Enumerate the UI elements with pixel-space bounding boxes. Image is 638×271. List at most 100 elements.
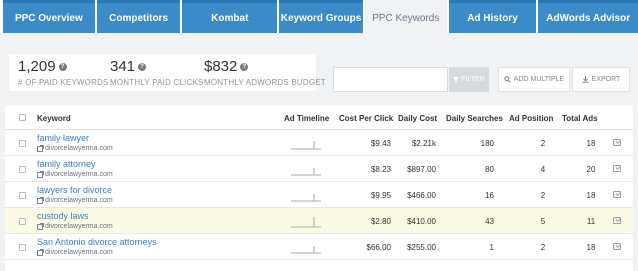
domain-text: divorcelawyerma.com — [45, 145, 113, 152]
tab-adwords-advisor[interactable]: AdWords Advisor — [538, 0, 638, 33]
cell-daily-cost: $255.00 — [407, 243, 436, 252]
cell-cost-per-click: $2.80 — [370, 217, 391, 226]
stat-value: 341 — [110, 58, 136, 75]
ad-timeline-sparkline[interactable] — [290, 137, 322, 150]
external-link-icon — [37, 222, 44, 230]
stat-paid-keywords: 1,209? # OF PAID KEYWORDS — [9, 54, 109, 91]
external-link-icon — [37, 144, 44, 152]
stat-label: MONTHLY PAID CLICKS — [110, 78, 204, 87]
tab-keyword-groups[interactable]: Keyword Groups — [279, 0, 363, 33]
table-row[interactable]: custody laws divorcelawyerma.com $2.80 $410… — [5, 208, 633, 234]
domain-link[interactable]: divorcelawyerma.com — [37, 170, 113, 178]
cell-daily-cost: $2.21k — [411, 139, 436, 148]
row-checkbox[interactable] — [19, 140, 26, 147]
table-row[interactable]: San Antonio divorce attorneys divorcelawy… — [5, 234, 633, 260]
cell-daily-searches: 43 — [485, 217, 494, 226]
tab-kombat[interactable]: Kombat — [182, 0, 278, 33]
domain-link[interactable]: divorcelawyerma.com — [37, 248, 113, 256]
external-link-icon — [37, 170, 44, 178]
ad-timeline-sparkline[interactable] — [290, 241, 322, 254]
ad-timeline-sparkline[interactable] — [290, 163, 322, 176]
cell-ad-position: 2 — [540, 139, 546, 148]
cell-ad-position: 5 — [540, 217, 546, 226]
domain-text: divorcelawyerma.com — [45, 249, 113, 256]
header-total-ads[interactable]: Total Ads — [562, 114, 598, 123]
stat-label: MONTHLY ADWORDS BUDGET — [204, 78, 326, 87]
header-ad-timeline[interactable]: Ad Timeline — [284, 114, 329, 123]
row-checkbox[interactable] — [19, 166, 26, 173]
cell-total-ads: 11 — [586, 217, 596, 226]
cell-cost-per-click: $8.23 — [370, 165, 391, 174]
stats-panel: 1,209? # OF PAID KEYWORDS 341? MONTHLY P… — [9, 54, 326, 91]
header-daily-searches[interactable]: Daily Searches — [446, 114, 503, 123]
help-icon[interactable]: ? — [58, 62, 67, 71]
cell-daily-cost: $466.00 — [407, 191, 436, 200]
ad-timeline-sparkline[interactable] — [290, 189, 322, 202]
external-link-icon — [37, 196, 44, 204]
expand-row-icon[interactable] — [613, 217, 621, 224]
cell-daily-searches: 80 — [485, 165, 494, 174]
tab-ppc-overview[interactable]: PPC Overview — [3, 0, 95, 33]
cell-cost-per-click: $9.95 — [370, 191, 391, 200]
cell-ad-position: 2 — [540, 191, 546, 200]
cell-ad-position: 2 — [540, 243, 546, 252]
keyword-link[interactable]: San Antonio divorce attorneys — [37, 237, 157, 247]
expand-row-icon[interactable] — [613, 243, 621, 250]
header-keyword[interactable]: Keyword — [37, 114, 71, 123]
cell-total-ads: 20 — [586, 165, 596, 174]
keyword-link[interactable]: family attorney — [37, 159, 96, 169]
help-icon[interactable]: ? — [240, 62, 249, 71]
tab-ppc-keywords[interactable]: PPC Keywords — [364, 0, 447, 33]
table-row[interactable]: family attorney divorcelawyerma.com $8.23 $… — [5, 156, 633, 182]
tab-ad-history[interactable]: Ad History — [448, 0, 537, 33]
filter-input[interactable] — [333, 67, 448, 92]
cell-cost-per-click: $9.43 — [370, 139, 391, 148]
ad-timeline-sparkline[interactable] — [290, 215, 322, 228]
keyword-link[interactable]: family lawyer — [37, 133, 89, 143]
tab-competitors[interactable]: Competitors — [96, 0, 181, 33]
row-checkbox[interactable] — [19, 218, 26, 225]
stat-label: # OF PAID KEYWORDS — [18, 78, 109, 87]
header-daily-cost[interactable]: Daily Cost — [398, 114, 437, 123]
table-row[interactable]: lawyers for divorce divorcelawyerma.com $9… — [5, 182, 633, 208]
select-all-checkbox[interactable] — [19, 114, 26, 121]
row-checkbox[interactable] — [19, 192, 26, 199]
header-cost-per-click[interactable]: Cost Per Click — [339, 114, 393, 123]
keyword-link[interactable]: custody laws — [37, 211, 89, 221]
tab-bar: PPC Overview Competitors Kombat Keyword … — [0, 0, 638, 33]
domain-link[interactable]: divorcelawyerma.com — [37, 222, 113, 230]
filter-icon — [453, 76, 460, 83]
cell-daily-searches: 180 — [480, 139, 494, 148]
external-link-icon — [37, 248, 44, 256]
cell-daily-searches: 16 — [485, 191, 494, 200]
header-ad-position[interactable]: Ad Position — [509, 114, 553, 123]
row-checkbox[interactable] — [19, 244, 26, 251]
download-icon — [582, 76, 589, 83]
cell-daily-cost: $897.00 — [407, 165, 436, 174]
add-multiple-label: ADD MULTIPLE — [513, 76, 565, 83]
filter-button-label: FILTER — [461, 76, 485, 83]
cell-cost-per-click: $66.00 — [366, 243, 391, 252]
filter-button[interactable]: FILTER — [449, 67, 489, 92]
domain-link[interactable]: divorcelawyerma.com — [37, 196, 113, 204]
table-header: Keyword Ad Timeline Cost Per Click Daily… — [5, 105, 633, 130]
magnifier-icon — [504, 76, 511, 83]
domain-text: divorcelawyerma.com — [45, 223, 113, 230]
keyword-link[interactable]: lawyers for divorce — [37, 185, 112, 195]
help-icon[interactable]: ? — [138, 62, 147, 71]
add-multiple-button[interactable]: ADD MULTIPLE — [498, 67, 570, 92]
domain-text: divorcelawyerma.com — [45, 197, 113, 204]
cell-total-ads: 18 — [586, 243, 596, 252]
cell-daily-searches: 1 — [489, 243, 494, 252]
table-row[interactable]: family lawyer divorcelawyerma.com $9.43 $2.… — [5, 130, 633, 156]
expand-row-icon[interactable] — [613, 191, 621, 198]
cell-ad-position: 4 — [540, 165, 546, 174]
domain-link[interactable]: divorcelawyerma.com — [37, 144, 113, 152]
expand-row-icon[interactable] — [613, 165, 621, 172]
export-button[interactable]: EXPORT — [572, 67, 630, 92]
export-label: EXPORT — [591, 76, 621, 83]
stat-adwords-budget: $832? MONTHLY ADWORDS BUDGET — [195, 54, 326, 91]
cell-total-ads: 18 — [586, 191, 596, 200]
keywords-table: Keyword Ad Timeline Cost Per Click Daily… — [5, 105, 633, 271]
expand-row-icon[interactable] — [613, 139, 621, 146]
